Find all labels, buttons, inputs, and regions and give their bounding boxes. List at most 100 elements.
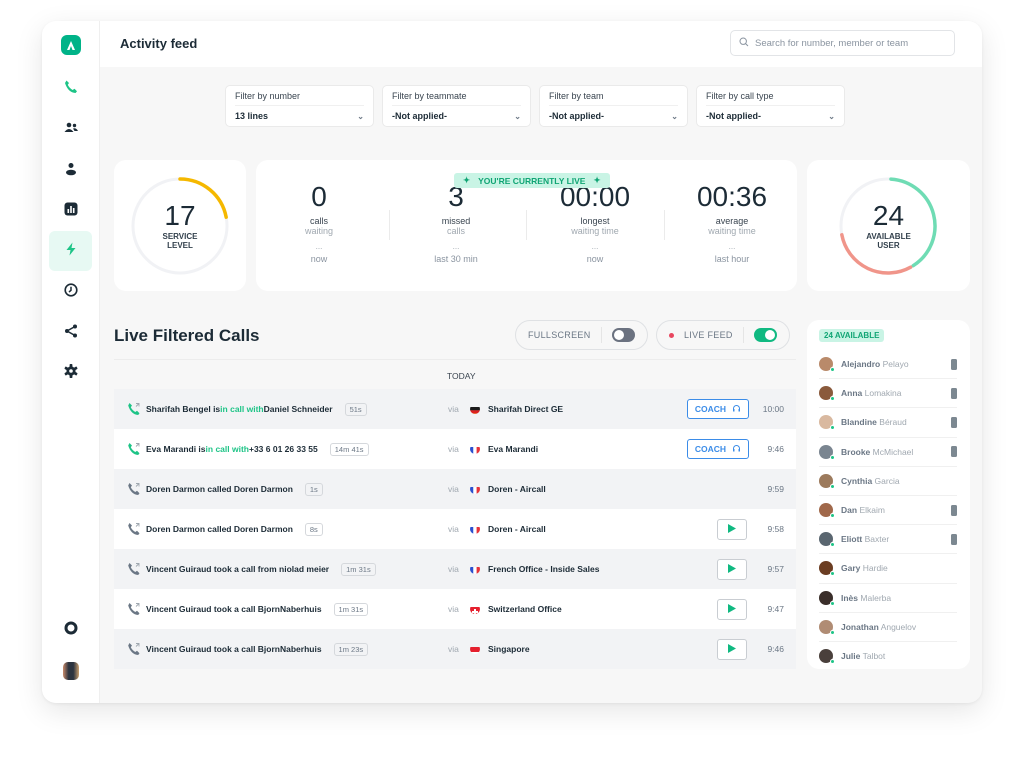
user-name: Blandine Béraud: [841, 417, 907, 428]
avatar: [819, 532, 835, 548]
play-recording-button[interactable]: [717, 598, 747, 620]
lightning-icon: ✦: [463, 175, 471, 185]
people-icon: [63, 120, 79, 141]
sidebar-item-settings[interactable]: [49, 353, 92, 393]
online-status-icon: [830, 367, 835, 373]
filter-by-call-type[interactable]: Filter by call type -Not applied- ⌄: [696, 85, 845, 127]
user-icon: [63, 161, 79, 182]
coach-button[interactable]: COACH: [687, 399, 749, 419]
fullscreen-toggle[interactable]: FULLSCREEN: [515, 320, 648, 350]
via-label: via: [448, 484, 459, 494]
sidebar-item-calls[interactable]: [49, 69, 92, 109]
user-list-item[interactable]: Dan Elkaim: [819, 496, 957, 526]
user-name: Eliott Baxter: [841, 534, 890, 545]
user-list-item[interactable]: Blandine Béraud: [819, 408, 957, 438]
sidebar-item-users[interactable]: [49, 151, 92, 191]
filter-by-teammate[interactable]: Filter by teammate -Not applied- ⌄: [382, 85, 531, 127]
online-status-icon: [830, 454, 835, 460]
sidebar-item-history[interactable]: [49, 272, 92, 312]
filters-bar: Filter by number 13 lines ⌄ Filter by tea…: [225, 85, 845, 127]
call-row[interactable]: Vincent Guiraud took a call BjornNaberhu…: [114, 589, 796, 629]
filter-by-team[interactable]: Filter by team -Not applied- ⌄: [539, 85, 688, 127]
filter-label: Filter by team: [549, 91, 678, 106]
available-count-badge: 24 AVAILABLE: [819, 329, 885, 342]
call-description: Doren Darmon called Doren Darmon 8s: [146, 522, 323, 536]
clock-icon: [63, 282, 79, 303]
line-name: Doren - Aircall: [488, 484, 546, 494]
call-icon: [126, 561, 142, 577]
filter-label: Filter by number: [235, 91, 364, 106]
filter-by-number[interactable]: Filter by number 13 lines ⌄: [225, 85, 374, 127]
online-status-icon: [830, 600, 835, 606]
online-status-icon: [830, 629, 835, 635]
via-label: via: [448, 444, 459, 454]
day-label: TODAY: [447, 371, 476, 381]
coach-button[interactable]: COACH: [687, 439, 749, 459]
user-name: Brooke McMichael: [841, 446, 914, 457]
available-users-value: 24: [872, 200, 905, 231]
headset-icon: [732, 444, 741, 455]
line-name: Switzerland Office: [488, 604, 562, 614]
call-row[interactable]: Vincent Guiraud took a call from niolad …: [114, 549, 796, 589]
sidebar-item-activity-feed[interactable]: [49, 231, 92, 271]
user-list-item[interactable]: Inès Malerba: [819, 584, 957, 613]
call-row[interactable]: Doren Darmon called Doren Darmon 1s via Dor…: [114, 469, 796, 509]
call-row[interactable]: Sharifah Bengel is in call with Daniel S…: [114, 389, 796, 429]
duration-badge: 1s: [304, 482, 323, 496]
desk-phone-icon: [951, 358, 957, 370]
call-status: in call with: [220, 404, 264, 414]
user-name: Julie Talbot: [841, 651, 886, 662]
online-status-icon: [830, 542, 835, 548]
user-name: Anna Lomakina: [841, 388, 902, 399]
avatar: [819, 473, 835, 489]
play-recording-button[interactable]: [717, 518, 747, 540]
help-button[interactable]: [49, 610, 92, 650]
user-list-item[interactable]: Jonathan Anguelov: [819, 613, 957, 642]
flag-fr-icon: [470, 564, 480, 574]
service-level-card: 17 SERVICE LEVEL: [114, 160, 246, 291]
user-list-item[interactable]: Brooke McMichael: [819, 438, 957, 467]
stat-longest-wait: 00:00 longest waiting time ... now: [559, 181, 631, 264]
headset-icon: [732, 404, 741, 415]
search-icon: [739, 34, 749, 52]
flag-ch-icon: [470, 604, 480, 614]
top-bar: Activity feed: [100, 21, 982, 67]
sidebar-item-analytics[interactable]: [49, 191, 92, 231]
online-status-icon: [830, 483, 835, 489]
filter-value: -Not applied-: [706, 111, 761, 121]
user-list-item[interactable]: Cynthia Garcia: [819, 467, 957, 496]
user-list-item[interactable]: Alejandro Pelayo: [819, 350, 957, 380]
flag-sg-icon: [470, 644, 480, 654]
call-icon: [126, 521, 142, 537]
play-recording-button[interactable]: [717, 558, 747, 580]
user-list-item[interactable]: Anna Lomakina: [819, 379, 957, 409]
avatar: [819, 561, 835, 577]
profile-avatar[interactable]: [49, 651, 92, 691]
call-row[interactable]: Doren Darmon called Doren Darmon 8s via Dor…: [114, 509, 796, 549]
online-status-icon: [830, 513, 835, 519]
live-feed-toggle[interactable]: LIVE FEED: [656, 320, 790, 350]
user-list-item[interactable]: Gary Hardie: [819, 554, 957, 584]
sidebar-item-teams[interactable]: [49, 110, 92, 150]
live-feed-switch[interactable]: [753, 328, 777, 342]
sidebar-item-integrations[interactable]: [49, 313, 92, 353]
search-box[interactable]: [730, 30, 955, 56]
search-input[interactable]: [755, 37, 945, 49]
fullscreen-switch[interactable]: [611, 328, 635, 342]
aircall-logo-icon[interactable]: [61, 35, 81, 55]
stat-average-wait: 00:36 average waiting time ... last hour: [696, 181, 768, 264]
call-time: 9:47: [767, 604, 784, 614]
play-recording-button[interactable]: [717, 638, 747, 660]
divider: [526, 210, 527, 240]
lifebuoy-icon: [63, 620, 79, 641]
call-time: 9:46: [767, 644, 784, 654]
call-row[interactable]: Vincent Guiraud took a call BjornNaberhu…: [114, 629, 796, 669]
filter-label: Filter by teammate: [392, 91, 521, 106]
divider: [664, 210, 665, 240]
chevron-down-icon: ⌄: [671, 111, 678, 121]
user-list-item[interactable]: Julie Talbot: [819, 642, 957, 671]
user-list-item[interactable]: Eliott Baxter: [819, 525, 957, 555]
available-users-label: AVAILABLE USER: [866, 232, 911, 250]
call-time: 9:58: [767, 524, 784, 534]
call-row[interactable]: Eva Marandi is in call with +33 6 01 26 …: [114, 429, 796, 469]
